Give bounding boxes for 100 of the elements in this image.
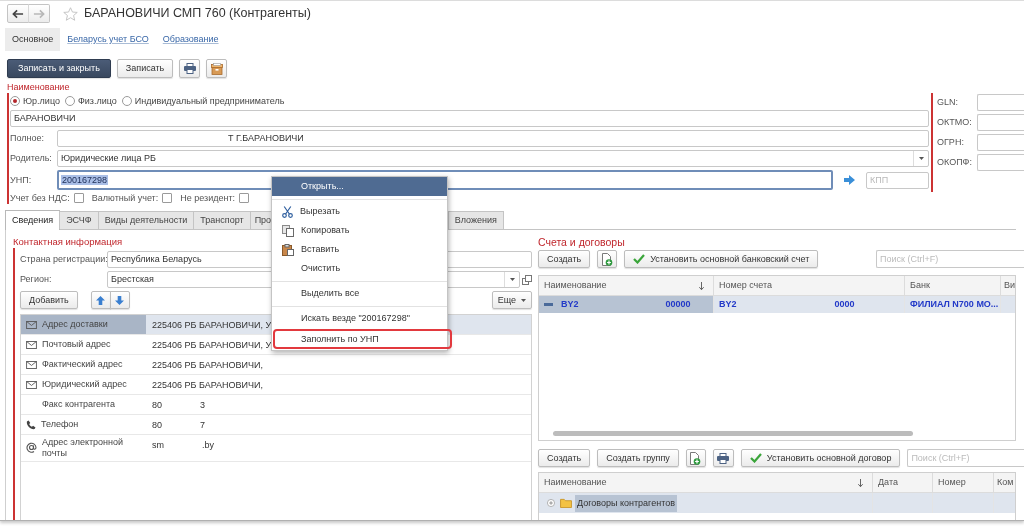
box-icon bbox=[210, 62, 223, 75]
check-icon bbox=[633, 254, 646, 264]
add-file-button[interactable] bbox=[597, 250, 618, 268]
text-field[interactable]: Т Г.БАРАНОВИЧИ bbox=[57, 130, 929, 147]
section-title: Контактная информация bbox=[13, 236, 124, 248]
column-header[interactable]: Номер bbox=[933, 473, 994, 493]
window-title: БАРАНОВИЧИ СМП 760 (Контрагенты) bbox=[84, 6, 311, 21]
caret-icon[interactable] bbox=[521, 298, 526, 302]
cell-text: 0000 bbox=[834, 299, 855, 310]
cell-text: BY2 bbox=[561, 299, 579, 310]
down-arrow-icon bbox=[115, 295, 125, 305]
group-title: Наименование bbox=[7, 82, 71, 93]
checkbox[interactable] bbox=[162, 193, 173, 203]
cell-text: 225406 РБ БАРАНОВИЧИ, У bbox=[152, 340, 272, 351]
menu-item[interactable]: Очистить bbox=[272, 259, 447, 278]
up-arrow-icon bbox=[96, 295, 106, 305]
create-button[interactable]: Создать bbox=[538, 250, 591, 268]
tab[interactable]: Виды деятельности bbox=[97, 211, 195, 229]
right-arrow-icon bbox=[33, 8, 45, 19]
menu-item[interactable]: Открыть... bbox=[272, 177, 447, 196]
menu-item[interactable]: Искать везде "200167298" bbox=[272, 309, 447, 328]
create-button[interactable]: Создать bbox=[538, 449, 591, 467]
cell-text: 7 bbox=[200, 420, 206, 431]
box-button[interactable] bbox=[206, 59, 228, 78]
folder-icon bbox=[560, 498, 572, 508]
section-link[interactable]: Основное bbox=[5, 28, 61, 51]
checkbox[interactable] bbox=[73, 193, 84, 203]
back-button[interactable] bbox=[7, 4, 29, 23]
caret-icon[interactable] bbox=[918, 157, 924, 160]
contact-type: Телефон bbox=[41, 419, 79, 430]
cell-text: 225406 РБ БАРАНОВИЧИ, bbox=[152, 360, 263, 371]
add-file-button[interactable] bbox=[685, 449, 706, 467]
tab[interactable]: Транспорт bbox=[193, 211, 251, 229]
table-cell bbox=[933, 493, 994, 513]
envelope-icon bbox=[26, 340, 37, 349]
menu-item[interactable]: Выделить все bbox=[272, 284, 447, 303]
radio-icon[interactable] bbox=[64, 96, 75, 106]
set-main-button[interactable]: Установить основной договор bbox=[740, 449, 901, 467]
add-button[interactable]: Добавить bbox=[20, 291, 78, 309]
section-link[interactable]: Образование bbox=[155, 28, 226, 51]
expand-icon[interactable] bbox=[547, 499, 555, 507]
move-down-button[interactable] bbox=[109, 291, 130, 309]
open-icon[interactable] bbox=[522, 274, 532, 285]
contact-type: Юридический адрес bbox=[42, 379, 127, 390]
tab[interactable]: ЭСЧФ bbox=[59, 211, 99, 229]
checkbox[interactable] bbox=[239, 193, 250, 203]
column-header[interactable]: Номер счета bbox=[714, 276, 905, 296]
create-group-button[interactable]: Создать группу bbox=[597, 449, 679, 467]
radio-icon[interactable] bbox=[121, 96, 132, 106]
envelope-icon bbox=[26, 320, 37, 329]
star-icon[interactable] bbox=[63, 6, 78, 21]
radio-option[interactable]: Юр.лицо bbox=[10, 95, 60, 107]
code-field[interactable] bbox=[977, 94, 1024, 111]
radio-option[interactable]: Физ.лицо bbox=[64, 95, 117, 107]
printer-icon bbox=[183, 63, 196, 74]
save-close-button[interactable]: Записать и закрыть bbox=[7, 59, 111, 78]
at-sign-icon bbox=[26, 442, 37, 454]
printer-icon bbox=[717, 452, 730, 464]
table-cell bbox=[1001, 296, 1015, 313]
name-field[interactable]: БАРАНОВИЧИ bbox=[10, 110, 929, 127]
radio-icon[interactable] bbox=[10, 96, 20, 106]
field-label: ОКОПФ: bbox=[937, 157, 973, 168]
set-main-button[interactable]: Установить основной банковский счет bbox=[624, 250, 819, 268]
column-header[interactable]: Банк bbox=[905, 276, 1001, 296]
column-header[interactable]: Наименование bbox=[539, 276, 714, 296]
menu-item[interactable]: Вырезать bbox=[272, 202, 447, 221]
code-field[interactable] bbox=[977, 114, 1024, 131]
arrow-right-icon[interactable] bbox=[844, 175, 855, 185]
minus-icon bbox=[544, 303, 553, 306]
menu-item[interactable]: Заполнить по УНП bbox=[273, 329, 452, 349]
radio-option[interactable]: Индивидуальный предприниматель bbox=[121, 95, 285, 107]
code-field[interactable] bbox=[977, 154, 1024, 171]
contact-type: Адрес электронной почты bbox=[42, 437, 125, 459]
tab[interactable]: Сведения bbox=[5, 210, 61, 230]
field-label: Страна регистрации: bbox=[20, 254, 107, 265]
print-button[interactable] bbox=[179, 59, 201, 78]
sort-arrow-icon[interactable] bbox=[858, 478, 863, 487]
section-title: Счета и договоры bbox=[538, 235, 626, 249]
menu-item[interactable]: Вставить bbox=[272, 240, 447, 259]
more-button[interactable]: Еще bbox=[491, 291, 532, 309]
column-header[interactable]: Ви bbox=[1001, 276, 1015, 296]
document-plus-icon bbox=[690, 451, 702, 465]
move-up-button[interactable] bbox=[90, 291, 111, 309]
contact-type: Адрес доставки bbox=[42, 319, 108, 330]
cell-text: sm bbox=[152, 440, 164, 451]
field-label: ОГРН: bbox=[937, 137, 965, 148]
code-field[interactable] bbox=[977, 134, 1024, 151]
section-link[interactable]: Беларусь учет БСО bbox=[60, 28, 156, 51]
save-button[interactable]: Записать bbox=[116, 59, 174, 78]
print-button[interactable] bbox=[712, 449, 734, 467]
column-header[interactable]: Дата bbox=[873, 473, 933, 493]
column-header[interactable]: Ком bbox=[994, 473, 1015, 493]
select-field[interactable]: Юридические лица РБ bbox=[57, 150, 929, 167]
field-label: ОКТМО: bbox=[937, 117, 973, 128]
scrollbar-thumb[interactable] bbox=[553, 431, 913, 436]
caret-icon[interactable] bbox=[509, 278, 515, 281]
column-header[interactable]: Наименование bbox=[539, 473, 873, 493]
clipboard-icon bbox=[282, 243, 294, 256]
sort-arrow-icon[interactable] bbox=[699, 281, 704, 290]
tab[interactable]: Вложения bbox=[447, 211, 504, 229]
